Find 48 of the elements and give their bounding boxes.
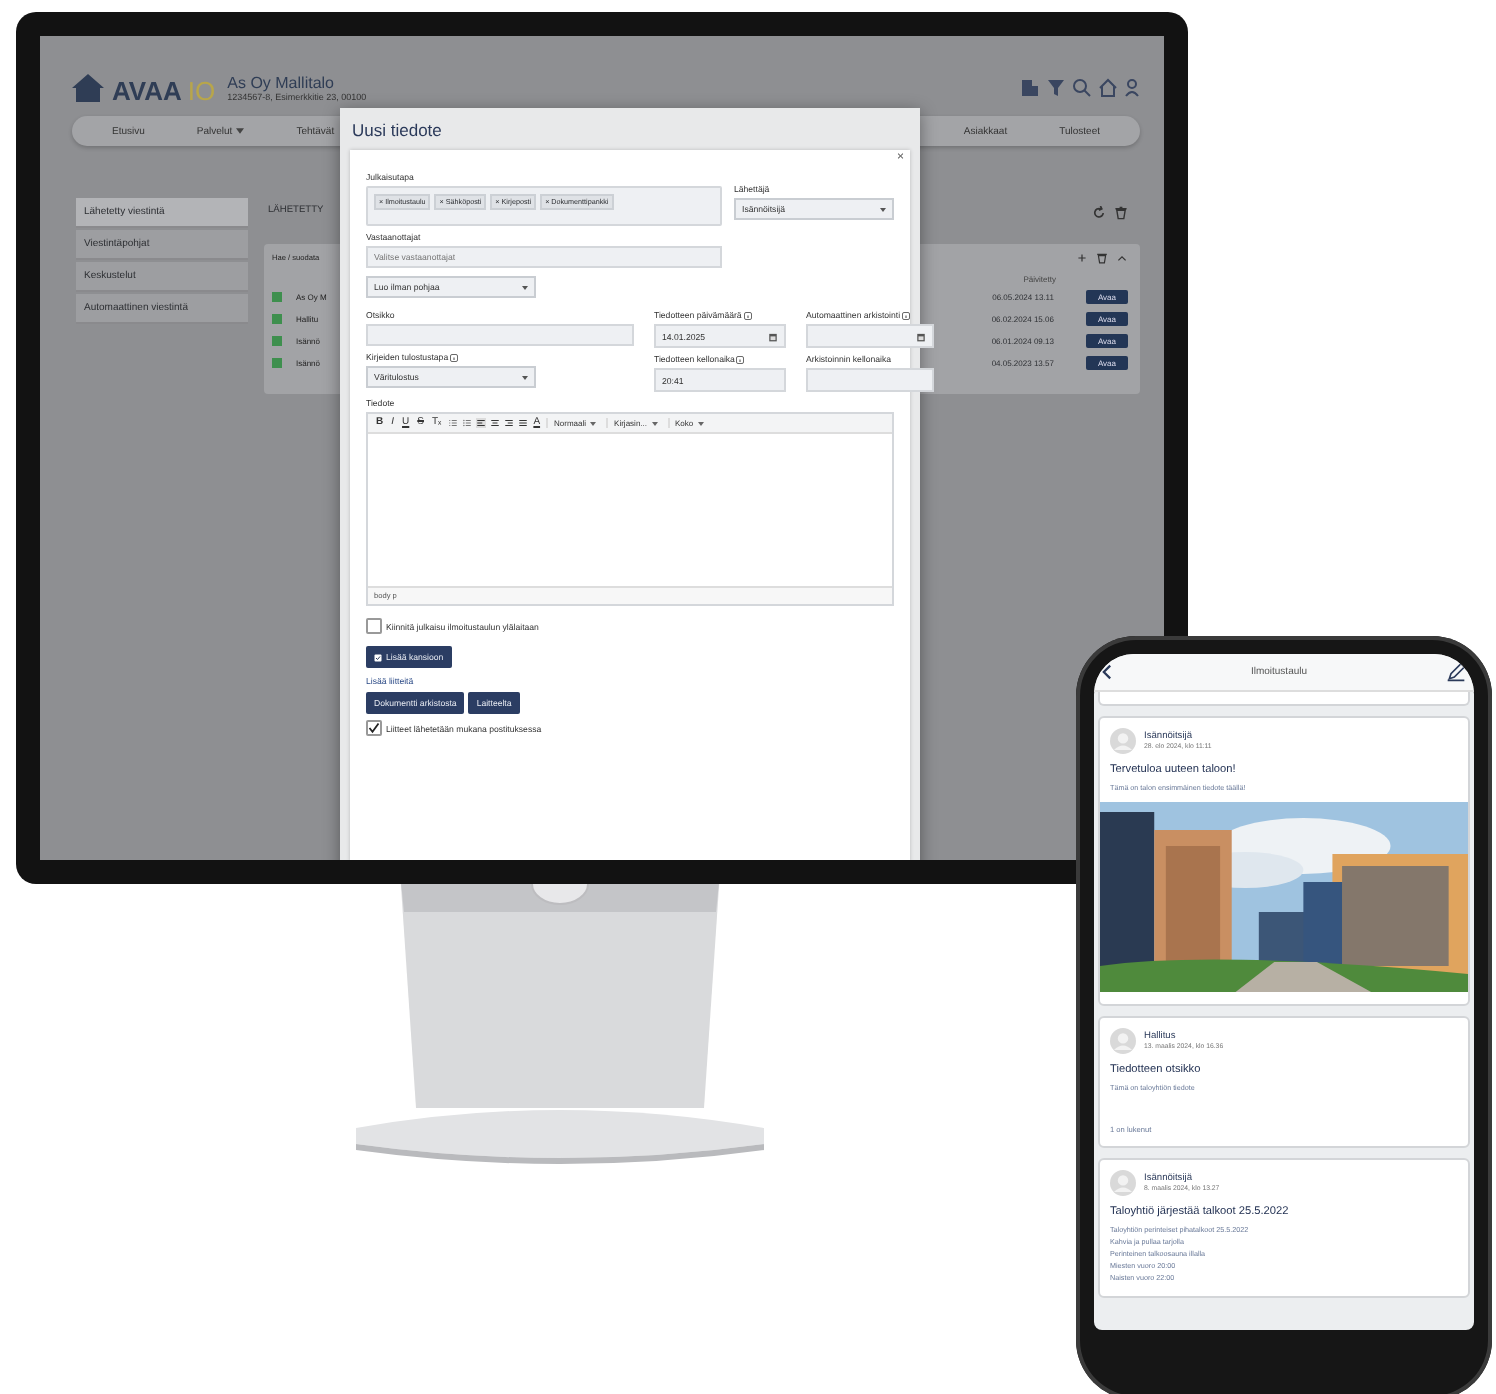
- home-icon[interactable]: [1098, 78, 1118, 98]
- modal-title: Uusi tiedote: [350, 118, 444, 144]
- caret-icon: [590, 421, 597, 425]
- status-square: [272, 292, 282, 302]
- caret-icon: [651, 421, 657, 425]
- info-icon[interactable]: [736, 355, 745, 363]
- caret-icon: [236, 128, 245, 134]
- plus-icon[interactable]: [1076, 252, 1088, 264]
- status-square: [272, 336, 282, 346]
- refresh-icon[interactable]: [1092, 206, 1106, 220]
- caret-icon: [697, 421, 704, 425]
- filter-icon[interactable]: [1046, 78, 1066, 98]
- status-square: [272, 358, 282, 368]
- caret-icon: [522, 285, 528, 289]
- archive-time-field[interactable]: [806, 368, 934, 392]
- trash-icon[interactable]: [1096, 252, 1108, 264]
- info-icon[interactable]: [450, 353, 459, 361]
- align-center-icon[interactable]: [489, 418, 500, 428]
- caret-icon: [522, 375, 528, 379]
- avatar-icon: [1110, 728, 1136, 754]
- info-icon[interactable]: [902, 311, 911, 319]
- subject-field[interactable]: [366, 324, 634, 346]
- chevron-up-icon[interactable]: [1116, 252, 1128, 264]
- align-left-icon[interactable]: [475, 418, 486, 428]
- checkbox[interactable]: [366, 618, 382, 634]
- numbered-list-icon[interactable]: [447, 418, 458, 428]
- company-name: As Oy Mallitalo: [227, 74, 336, 92]
- search-icon[interactable]: [1072, 78, 1092, 98]
- back-icon[interactable]: [1102, 664, 1112, 680]
- align-justify-icon[interactable]: [517, 418, 528, 428]
- archive-date-field[interactable]: [806, 324, 934, 348]
- building-icon[interactable]: [1020, 78, 1040, 98]
- bullet-list-icon[interactable]: [461, 418, 472, 428]
- logo-accent: IO: [187, 78, 216, 104]
- info-icon[interactable]: [743, 311, 752, 319]
- calendar-icon[interactable]: [916, 331, 926, 341]
- avatar-icon: [1110, 1028, 1136, 1054]
- pencil-icon[interactable]: [1446, 662, 1466, 682]
- caret-icon: [880, 207, 886, 211]
- trash-icon[interactable]: [1114, 206, 1128, 220]
- align-right-icon[interactable]: [503, 418, 514, 428]
- logo-text: AVAA: [112, 78, 182, 104]
- users-icon[interactable]: [1124, 78, 1144, 98]
- house-logo-icon: [68, 72, 108, 104]
- status-square: [272, 314, 282, 324]
- avatar-icon: [1110, 1170, 1136, 1196]
- calendar-icon[interactable]: [768, 331, 778, 341]
- checkbox[interactable]: [366, 720, 382, 736]
